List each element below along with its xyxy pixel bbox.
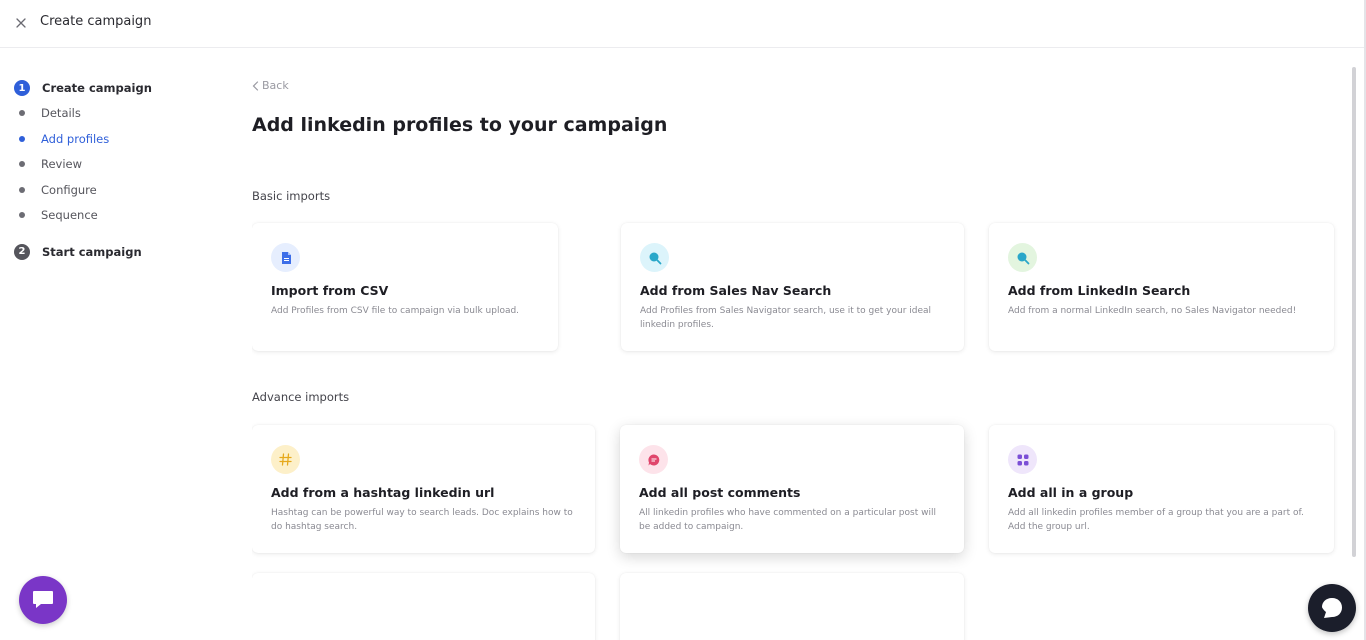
- card-post-comments[interactable]: Add all post comments All linkedin profi…: [620, 425, 964, 553]
- step-dot-icon: [19, 212, 25, 219]
- group-icon: [1008, 445, 1037, 474]
- help-chat-button[interactable]: [1308, 584, 1356, 632]
- comment-icon: [639, 445, 668, 474]
- substep-add-profiles[interactable]: Add profiles: [14, 132, 214, 158]
- section-advance-imports: Advance imports: [252, 390, 350, 404]
- page-title: Create campaign: [40, 14, 152, 29]
- step-number-badge: 1: [14, 80, 30, 96]
- substep-label: Details: [41, 106, 81, 120]
- top-bar: Create campaign: [0, 0, 1366, 48]
- card-title: Add all post comments: [639, 485, 801, 500]
- scrollbar[interactable]: [1352, 67, 1356, 557]
- substep-list: Details Add profiles Review Configure Se…: [14, 106, 214, 234]
- substep-label: Add profiles: [41, 131, 110, 146]
- card-hashtag-url[interactable]: Add from a hashtag linkedin url Hashtag …: [252, 425, 595, 553]
- step-dot-icon: [19, 110, 25, 116]
- card-description: Hashtag can be powerful way to search le…: [271, 508, 573, 532]
- search-icon: [640, 243, 669, 272]
- chat-button[interactable]: [19, 576, 67, 624]
- step-dot-icon: [19, 161, 25, 168]
- card-linkedin-search[interactable]: Add from LinkedIn Search Add from a norm…: [989, 223, 1334, 351]
- card-title: Add from Sales Nav Search: [640, 283, 832, 298]
- card-description: All linkedin profiles who have commented…: [639, 508, 936, 532]
- chevron-left-icon: [252, 80, 259, 91]
- substep-configure[interactable]: Configure: [14, 183, 214, 209]
- chat-icon: [33, 591, 53, 608]
- step-dot-icon: [19, 135, 25, 142]
- main-content: Back Add linkedin profiles to your campa…: [252, 48, 1342, 640]
- substep-details[interactable]: Details: [14, 106, 214, 132]
- card-sales-nav-search[interactable]: Add from Sales Nav Search Add Profiles f…: [621, 223, 964, 351]
- card-title: Add all in a group: [1008, 485, 1134, 500]
- step-start-campaign: 2 Start campaign: [14, 243, 214, 262]
- card-description: Add Profiles from Sales Navigator search…: [640, 306, 932, 330]
- card-description: Add all linkedin profiles member of a gr…: [1008, 508, 1304, 532]
- card-title: Add from LinkedIn Search: [1008, 283, 1191, 298]
- close-icon[interactable]: [14, 16, 28, 30]
- card-title: Import from CSV: [271, 283, 389, 298]
- substep-label: Configure: [41, 182, 97, 197]
- section-basic-imports: Basic imports: [252, 189, 331, 203]
- card-partial[interactable]: [620, 573, 964, 640]
- chat-bubble-icon: [1322, 598, 1342, 618]
- card-title: Add from a hashtag linkedin url: [271, 485, 495, 500]
- card-import-csv[interactable]: Import from CSV Add Profiles from CSV fi…: [252, 223, 558, 351]
- substep-label: Review: [41, 157, 83, 172]
- card-group[interactable]: Add all in a group Add all linkedin prof…: [989, 425, 1334, 553]
- card-partial[interactable]: [252, 573, 595, 640]
- campaign-stepper: 1 Create campaign Details Add profiles R…: [14, 80, 214, 262]
- hashtag-icon: [271, 445, 300, 474]
- step-dot-icon: [19, 186, 25, 193]
- search-icon: [1008, 243, 1037, 272]
- step-label: Create campaign: [42, 81, 152, 95]
- step-create-campaign: 1 Create campaign: [14, 80, 214, 98]
- step-label: Start campaign: [42, 244, 142, 259]
- card-description: Add from a normal LinkedIn search, no Sa…: [1008, 306, 1297, 316]
- page-heading: Add linkedin profiles to your campaign: [252, 114, 668, 136]
- substep-label: Sequence: [41, 208, 98, 223]
- back-link[interactable]: Back: [252, 79, 289, 92]
- card-description: Add Profiles from CSV file to campaign v…: [271, 306, 520, 316]
- step-number-badge: 2: [14, 243, 30, 260]
- back-label: Back: [262, 79, 289, 92]
- csv-file-icon: [271, 243, 300, 272]
- substep-review[interactable]: Review: [14, 157, 214, 183]
- substep-sequence[interactable]: Sequence: [14, 208, 214, 234]
